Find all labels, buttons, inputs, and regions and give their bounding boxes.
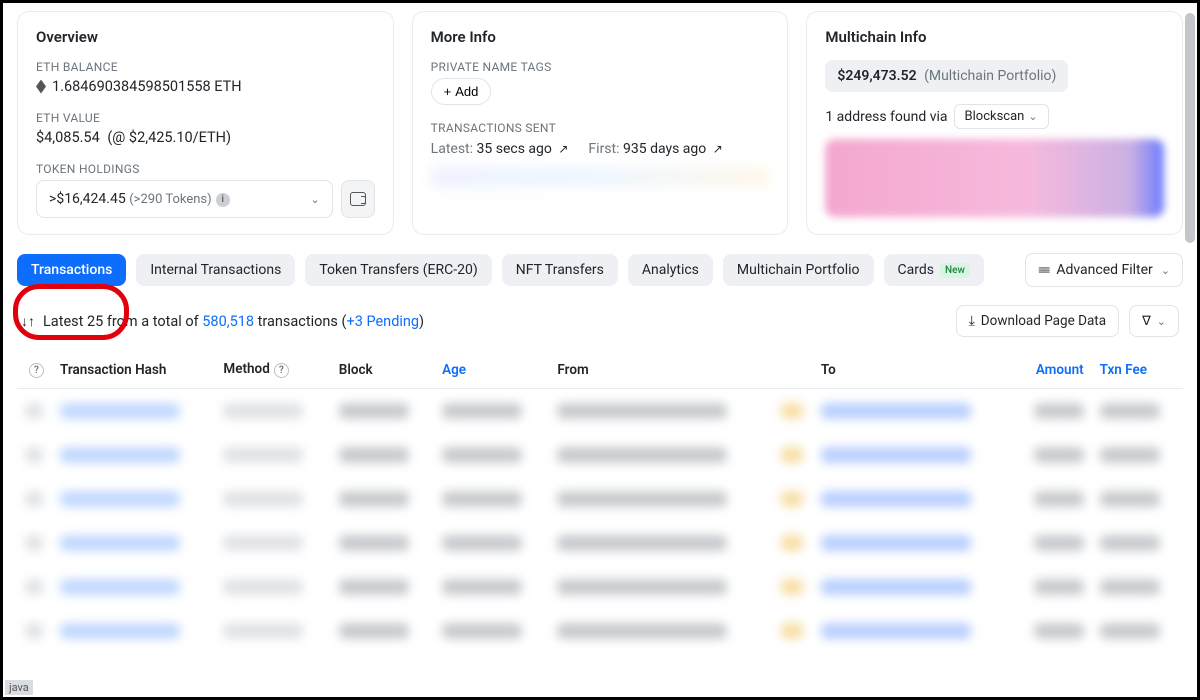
private-tags-label: PRIVATE NAME TAGS (431, 60, 770, 74)
overview-card: Overview ETH BALANCE 1.68469038459850155… (17, 11, 394, 235)
tab-internal-transactions[interactable]: Internal Transactions (136, 254, 295, 286)
eth-balance-value: 1.684690384598501558 ETH (36, 78, 375, 95)
chevron-down-icon: ⌄ (1161, 264, 1170, 277)
funnel-icon (1142, 313, 1151, 329)
wallet-icon (350, 192, 366, 206)
info-dot-icon: i (216, 193, 230, 207)
table-row (17, 609, 1183, 653)
table-row (17, 477, 1183, 521)
tab-transactions[interactable]: Transactions (17, 254, 126, 286)
multichain-card: Multichain Info $249,473.52 (Multichain … (806, 11, 1183, 235)
eth-value-label: ETH VALUE (36, 111, 375, 125)
more-info-card: More Info PRIVATE NAME TAGS + Add TRANSA… (412, 11, 789, 235)
column-filter-button[interactable]: ⌄ (1129, 305, 1179, 337)
download-icon (969, 313, 975, 329)
wallet-button[interactable] (341, 180, 375, 218)
tx-sent-label: TRANSACTIONS SENT (431, 121, 770, 135)
eth-balance-label: ETH BALANCE (36, 60, 375, 74)
address-found-line: 1 address found via Blockscan ⌄ (825, 104, 1164, 129)
token-holdings-label: TOKEN HOLDINGS (36, 162, 375, 176)
add-tag-button[interactable]: + Add (431, 78, 492, 105)
new-badge: New (940, 263, 970, 278)
total-tx-link[interactable]: 580,518 (202, 313, 254, 330)
blurred-region (431, 167, 770, 187)
token-holdings-dropdown[interactable]: >$16,424.45 (>290 Tokens) i ⌄ (36, 180, 333, 218)
help-icon[interactable]: ? (29, 363, 44, 378)
tabs-row: Transactions Internal Transactions Token… (17, 253, 1183, 287)
col-hash: Transaction Hash (52, 351, 215, 389)
external-link-icon[interactable]: ↗ (558, 142, 568, 156)
multichain-title: Multichain Info (825, 28, 1164, 46)
table-row (17, 389, 1183, 434)
tab-analytics[interactable]: Analytics (628, 254, 713, 286)
download-page-data-button[interactable]: Download Page Data (956, 305, 1120, 337)
table-row (17, 433, 1183, 477)
table-row (17, 521, 1183, 565)
ethereum-icon (36, 80, 46, 94)
col-age[interactable]: Age (434, 351, 549, 389)
col-amount[interactable]: Amount (1012, 351, 1091, 389)
plus-icon: + (444, 84, 452, 99)
chevron-down-icon: ⌄ (1157, 315, 1166, 328)
sliders-icon (1038, 262, 1048, 278)
transactions-table: ? Transaction Hash Method? Block Age Fro… (17, 351, 1183, 653)
help-icon[interactable]: ? (274, 363, 289, 378)
chevron-down-icon: ⌄ (310, 193, 319, 206)
table-row (17, 565, 1183, 609)
footer-tag: java (5, 680, 33, 695)
col-from: From (549, 351, 772, 389)
tab-cards[interactable]: Cards New (884, 254, 984, 286)
scrollbar[interactable] (1185, 13, 1195, 243)
tab-multichain-portfolio[interactable]: Multichain Portfolio (723, 254, 874, 286)
pending-link[interactable]: +3 Pending (346, 313, 419, 330)
eth-value-amount: $4,085.54 (@ $2,425.10/ETH) (36, 129, 375, 146)
col-to: To (813, 351, 1012, 389)
blockscan-dropdown[interactable]: Blockscan ⌄ (954, 104, 1049, 129)
col-fee[interactable]: Txn Fee (1092, 351, 1183, 389)
col-block: Block (331, 351, 434, 389)
portfolio-value-pill[interactable]: $249,473.52 (Multichain Portfolio) (825, 60, 1068, 92)
more-info-title: More Info (431, 28, 770, 46)
chevron-down-icon: ⌄ (1028, 110, 1037, 123)
tab-nft-transfers[interactable]: NFT Transfers (502, 254, 618, 286)
advanced-filter-button[interactable]: Advanced Filter ⌄ (1025, 253, 1183, 287)
external-link-icon[interactable]: ↗ (713, 142, 723, 156)
tab-token-transfers[interactable]: Token Transfers (ERC-20) (305, 254, 491, 286)
overview-title: Overview (36, 28, 375, 46)
list-meta-bar: ↓↑ Latest 25 from a total of 580,518 tra… (17, 305, 1183, 337)
col-method: Method? (215, 351, 330, 389)
sort-icon[interactable]: ↓↑ (21, 313, 35, 330)
blurred-banner (825, 139, 1164, 217)
